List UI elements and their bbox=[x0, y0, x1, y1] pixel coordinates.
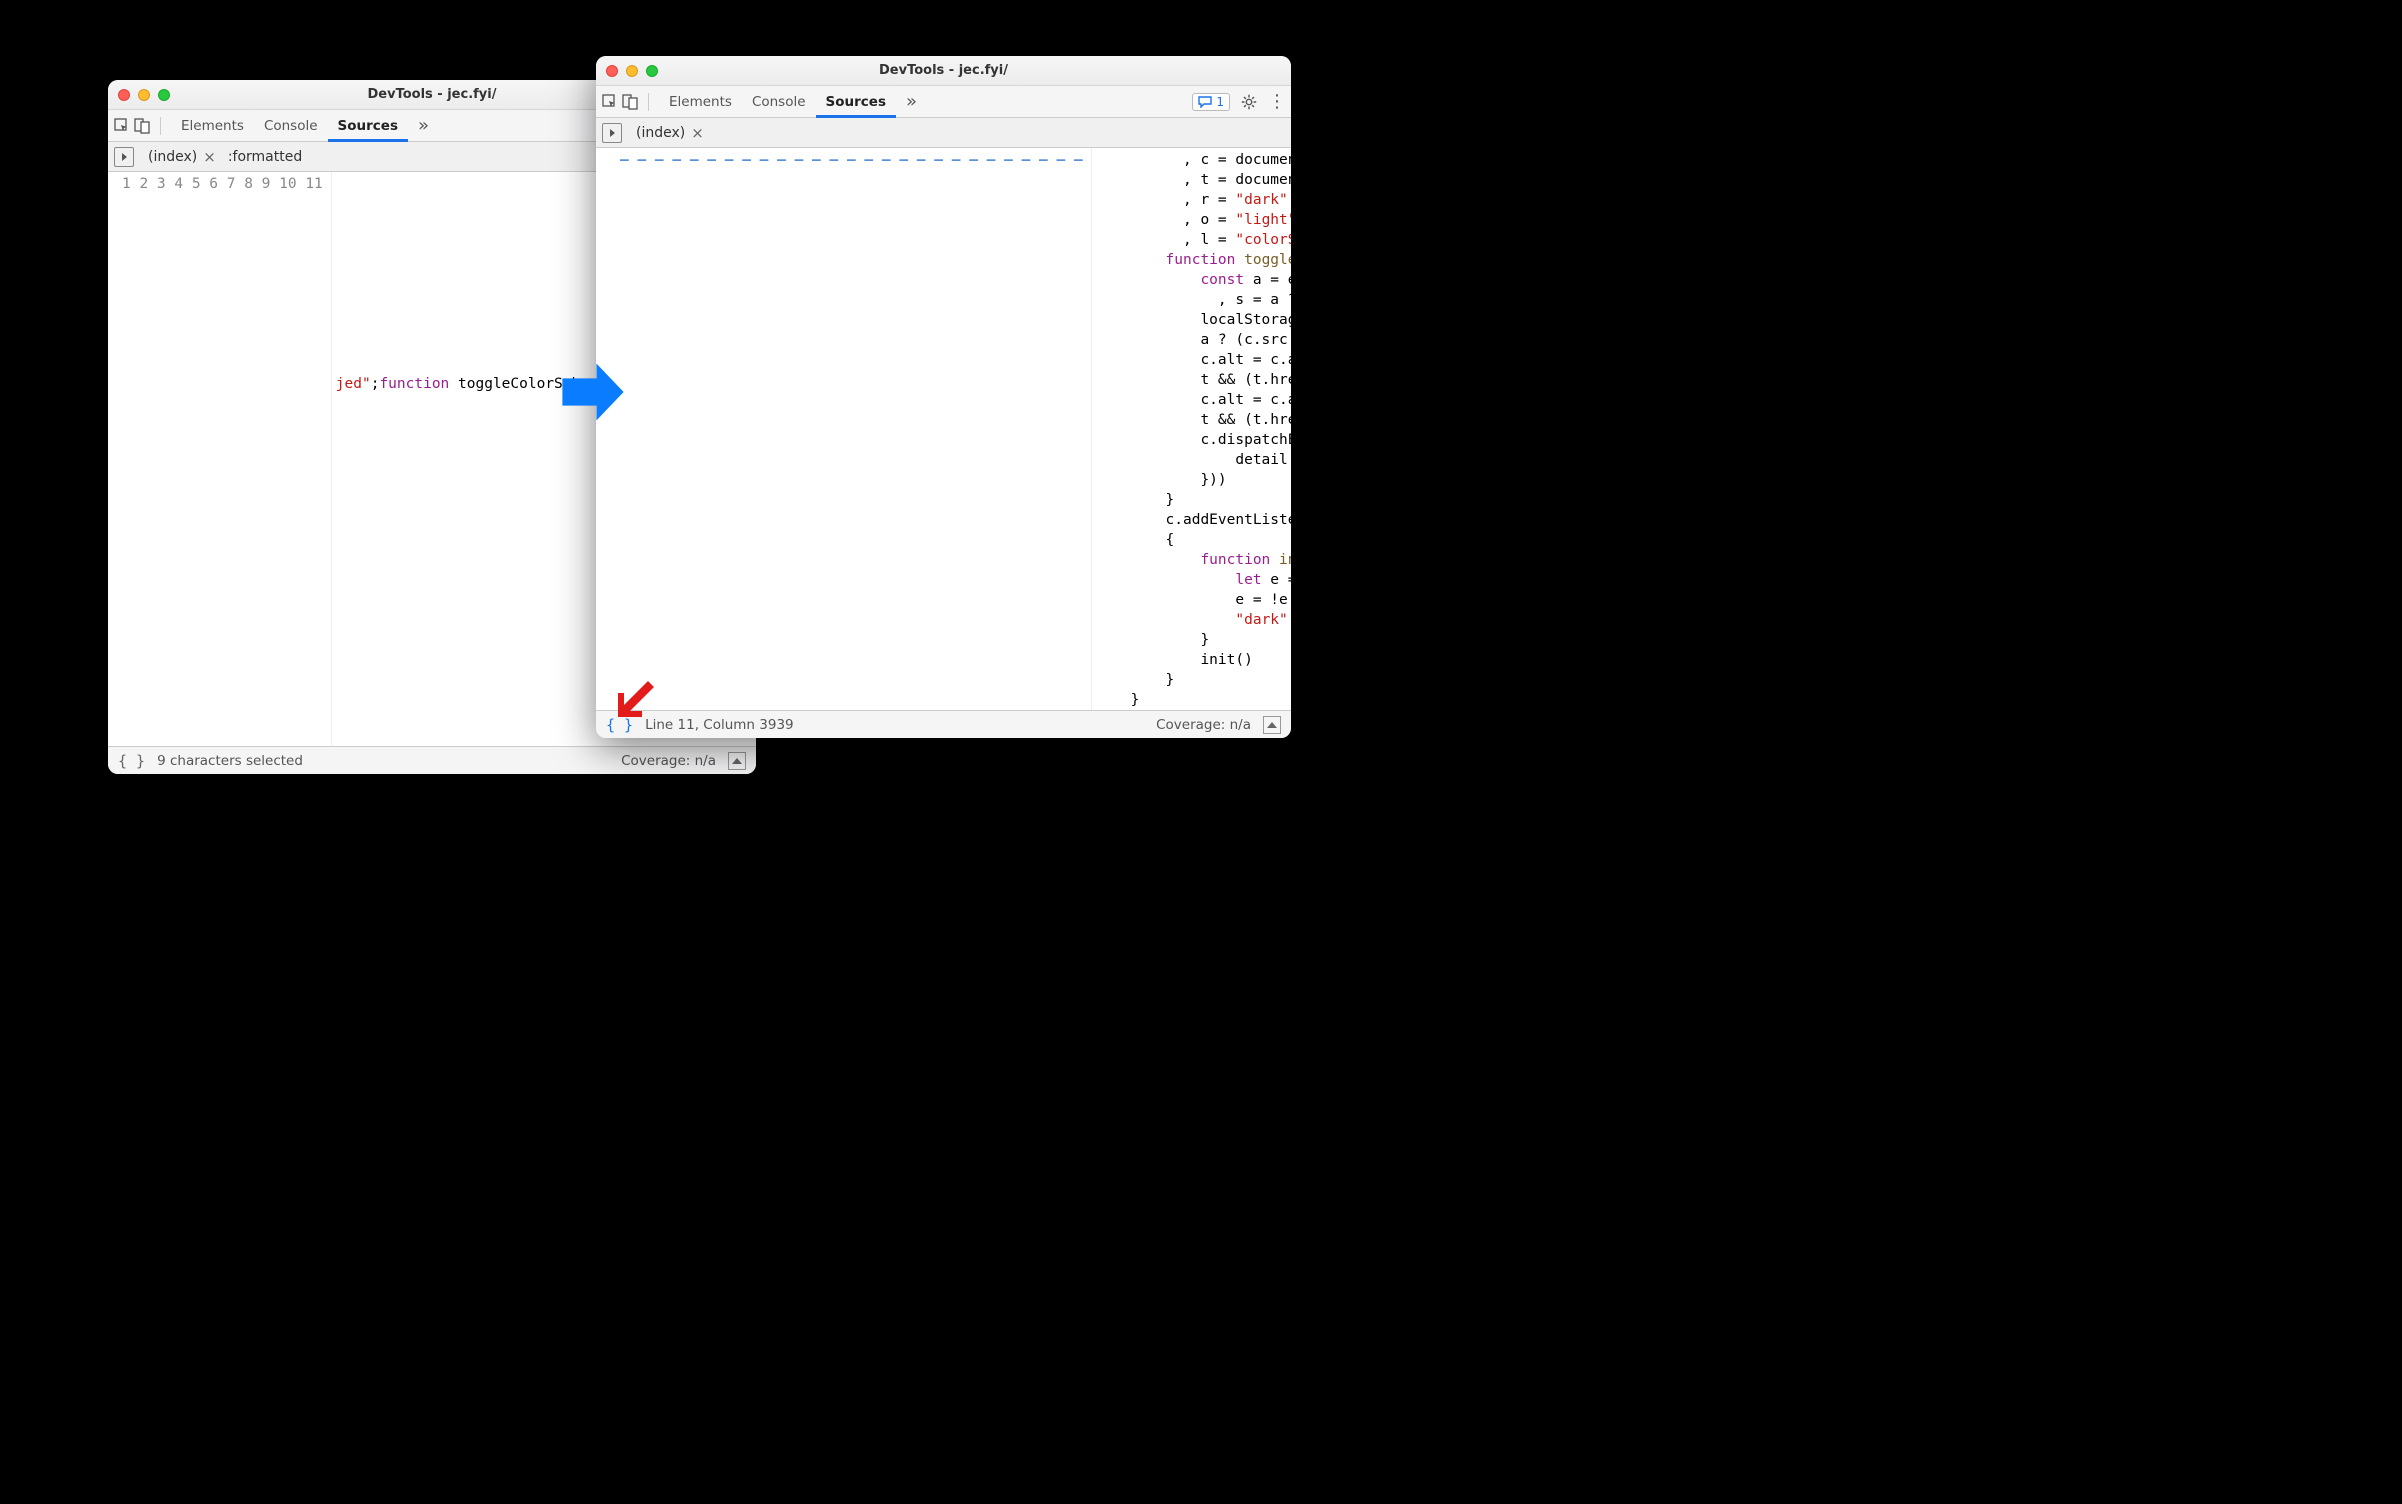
more-tabs-icon[interactable]: » bbox=[900, 91, 923, 112]
minimize-icon[interactable] bbox=[138, 89, 150, 101]
file-tab[interactable]: (index) bbox=[144, 145, 201, 169]
tab-console[interactable]: Console bbox=[742, 88, 816, 115]
coverage-status: Coverage: n/a bbox=[621, 753, 716, 769]
coverage-status: Coverage: n/a bbox=[1156, 717, 1251, 733]
window-title: DevTools - jec.fyi/ bbox=[596, 63, 1291, 78]
show-navigator-icon[interactable] bbox=[602, 123, 622, 143]
inspect-icon[interactable] bbox=[114, 118, 130, 134]
devtools-window-right: DevTools - jec.fyi/ ElementsConsoleSourc… bbox=[596, 56, 1291, 738]
file-tab[interactable]: :formatted bbox=[224, 145, 306, 169]
show-navigator-icon[interactable] bbox=[114, 147, 134, 167]
traffic-lights bbox=[606, 65, 658, 77]
line-gutter: 1 2 3 4 5 6 7 8 9 10 11 bbox=[108, 172, 332, 746]
messages-badge[interactable]: 1 bbox=[1192, 93, 1230, 111]
titlebar[interactable]: DevTools - jec.fyi/ bbox=[596, 56, 1291, 86]
line-gutter: – – – – – – – – – – – – – – – – – – – – … bbox=[596, 148, 1092, 710]
tab-sources[interactable]: Sources bbox=[328, 112, 408, 142]
file-tabbar: (index)× bbox=[596, 118, 1291, 148]
tab-sources[interactable]: Sources bbox=[816, 88, 896, 118]
zoom-icon[interactable] bbox=[158, 89, 170, 101]
device-icon[interactable] bbox=[622, 94, 638, 110]
code-area[interactable]: , c = document.querySelector("#color-sch… bbox=[1092, 148, 1291, 710]
statusbar: { } 9 characters selected Coverage: n/a bbox=[108, 746, 756, 774]
code-editor[interactable]: – – – – – – – – – – – – – – – – – – – – … bbox=[596, 148, 1291, 710]
status-text: 9 characters selected bbox=[157, 753, 303, 769]
status-text: Line 11, Column 3939 bbox=[645, 717, 794, 733]
annotation-arrow-icon bbox=[559, 358, 627, 426]
device-icon[interactable] bbox=[134, 118, 150, 134]
kebab-icon[interactable]: ⋮ bbox=[1268, 91, 1285, 112]
traffic-lights bbox=[118, 89, 170, 101]
pretty-print-icon[interactable]: { } bbox=[118, 752, 145, 770]
close-tab-icon[interactable]: × bbox=[689, 124, 712, 142]
tab-elements[interactable]: Elements bbox=[171, 112, 254, 139]
show-drawer-icon[interactable] bbox=[1263, 716, 1281, 734]
show-drawer-icon[interactable] bbox=[728, 752, 746, 770]
close-tab-icon[interactable]: × bbox=[201, 148, 224, 166]
main-toolbar: ElementsConsoleSources » 1 ⋮ bbox=[596, 86, 1291, 118]
inspect-icon[interactable] bbox=[602, 94, 618, 110]
close-icon[interactable] bbox=[606, 65, 618, 77]
tab-console[interactable]: Console bbox=[254, 112, 328, 139]
tab-elements[interactable]: Elements bbox=[659, 88, 742, 115]
pretty-print-icon[interactable]: { } bbox=[606, 716, 633, 734]
gear-icon[interactable] bbox=[1240, 93, 1258, 111]
annotation-pointer-icon bbox=[618, 677, 658, 717]
minimize-icon[interactable] bbox=[626, 65, 638, 77]
more-tabs-icon[interactable]: » bbox=[412, 115, 435, 136]
close-icon[interactable] bbox=[118, 89, 130, 101]
zoom-icon[interactable] bbox=[646, 65, 658, 77]
statusbar: { } Line 11, Column 3939 Coverage: n/a bbox=[596, 710, 1291, 738]
file-tab[interactable]: (index) bbox=[632, 121, 689, 145]
message-icon bbox=[1198, 96, 1212, 108]
